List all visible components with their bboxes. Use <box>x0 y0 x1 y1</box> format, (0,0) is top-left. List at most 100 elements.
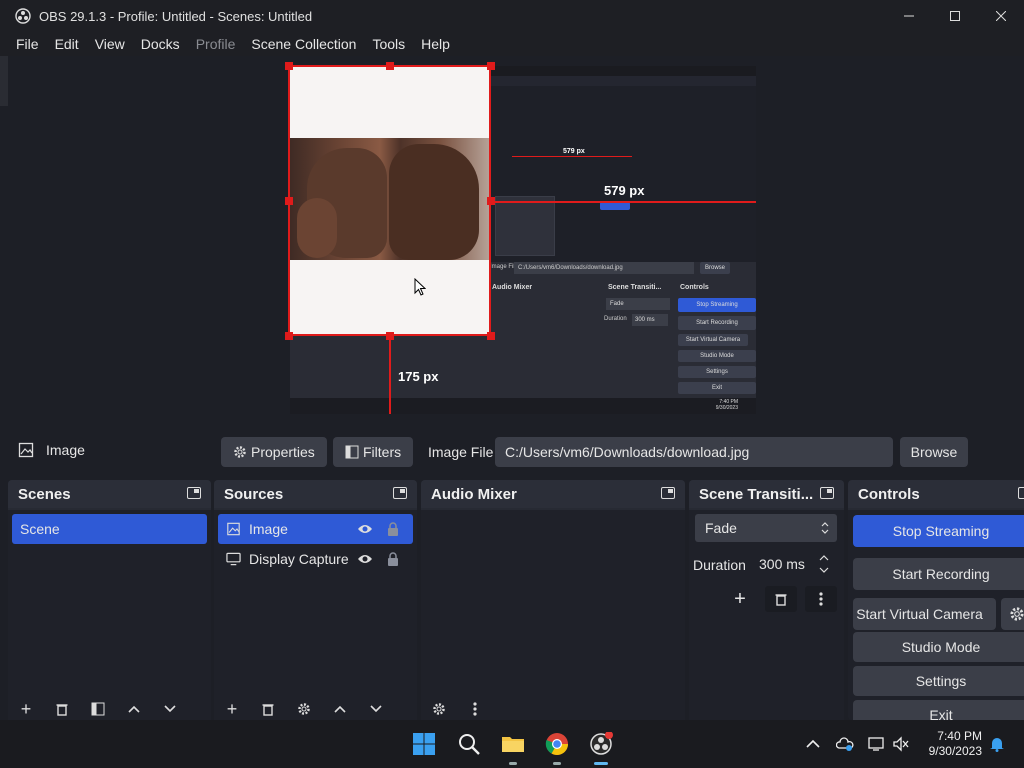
exit-button[interactable]: Exit <box>853 700 1024 720</box>
eye-icon[interactable] <box>357 523 373 535</box>
move-scene-down-button[interactable] <box>152 698 188 720</box>
sources-dock: Sources Image Display Capture + <box>214 480 417 720</box>
add-scene-button[interactable]: + <box>8 698 44 720</box>
capture-start-virtual: Start Virtual Camera <box>678 334 748 346</box>
menu-view[interactable]: View <box>89 36 131 52</box>
menu-tools[interactable]: Tools <box>366 36 411 52</box>
capture-audio-mixer: Audio Mixer <box>492 284 533 291</box>
menu-edit[interactable]: Edit <box>49 36 85 52</box>
resize-handle-l[interactable] <box>285 197 293 205</box>
system-clock[interactable]: 7:40 PM 9/30/2023 <box>929 729 982 759</box>
move-scene-up-button[interactable] <box>116 698 152 720</box>
settings-button[interactable]: Settings <box>853 666 1024 696</box>
resize-handle-br[interactable] <box>487 332 495 340</box>
image-icon <box>18 442 34 458</box>
move-source-up-button[interactable] <box>322 698 358 720</box>
move-source-down-button[interactable] <box>358 698 394 720</box>
close-icon <box>996 11 1006 21</box>
lock-icon[interactable] <box>387 522 399 536</box>
sources-undock-icon[interactable] <box>393 487 407 499</box>
start-virtual-camera-button[interactable]: Start Virtual Camera <box>853 598 996 630</box>
selection-box[interactable] <box>288 65 491 336</box>
remove-transition-button[interactable] <box>765 586 797 612</box>
transition-select[interactable]: Fade <box>695 514 837 542</box>
sources-footer: + <box>214 698 417 720</box>
eye-icon[interactable] <box>357 553 373 565</box>
capture-duration: Duration <box>604 316 627 322</box>
scenes-undock-icon[interactable] <box>187 487 201 499</box>
properties-button[interactable]: Properties <box>221 437 327 467</box>
add-source-button[interactable]: + <box>214 698 250 720</box>
obs-taskbar-icon[interactable] <box>589 732 613 756</box>
sources-dock-header: Sources <box>214 480 417 508</box>
chrome-icon[interactable] <box>545 732 569 756</box>
transition-selected: Fade <box>705 520 737 536</box>
virtual-camera-settings-button[interactable] <box>1001 598 1024 630</box>
source-item-image[interactable]: Image <box>218 514 413 544</box>
menu-docks[interactable]: Docks <box>135 36 186 52</box>
scene-filters-button[interactable] <box>80 698 116 720</box>
file-explorer-icon[interactable] <box>501 732 525 756</box>
notification-bell-icon[interactable] <box>988 736 1006 752</box>
add-transition-button[interactable]: + <box>725 586 755 612</box>
controls-title: Controls <box>858 485 920 503</box>
transitions-undock-icon[interactable] <box>820 487 834 499</box>
filters-button[interactable]: Filters <box>333 437 414 467</box>
resize-handle-tr[interactable] <box>487 62 495 70</box>
audio-mixer-undock-icon[interactable] <box>661 487 675 499</box>
audio-mixer-title: Audio Mixer <box>431 485 517 503</box>
resize-handle-r[interactable] <box>487 197 495 205</box>
file-explorer-running-indicator <box>509 762 517 765</box>
image-file-input[interactable]: C:/Users/vm6/Downloads/download.jpg <box>495 437 893 467</box>
more-vertical-icon <box>819 592 823 606</box>
volume-muted-icon[interactable] <box>892 736 910 752</box>
capture-stop-streaming: Stop Streaming <box>678 298 756 312</box>
selected-source: Image <box>18 442 85 458</box>
source-toolbar: Image Properties Filters Image File C:/U… <box>0 432 1024 472</box>
close-button[interactable] <box>978 0 1024 32</box>
transition-menu-button[interactable] <box>805 586 837 612</box>
controls-header: Controls <box>848 480 1024 508</box>
capture-exit: Exit <box>678 382 756 394</box>
search-icon[interactable] <box>457 732 481 756</box>
menu-scene-collection[interactable]: Scene Collection <box>245 36 362 52</box>
remove-scene-button[interactable] <box>44 698 80 720</box>
plus-icon: + <box>734 587 746 610</box>
maximize-button[interactable] <box>932 0 978 32</box>
resize-handle-tl[interactable] <box>285 62 293 70</box>
windows-start-icon[interactable] <box>412 732 436 756</box>
studio-mode-button[interactable]: Studio Mode <box>853 632 1024 662</box>
stop-streaming-button[interactable]: Stop Streaming <box>853 515 1024 547</box>
source-properties-button[interactable] <box>286 698 322 720</box>
chevron-up-icon[interactable] <box>804 736 822 752</box>
resize-handle-b[interactable] <box>386 332 394 340</box>
scene-item[interactable]: Scene <box>12 514 207 544</box>
controls-undock-icon[interactable] <box>1018 487 1024 499</box>
minimize-button[interactable] <box>886 0 932 32</box>
duration-input[interactable]: 300 ms <box>749 550 837 578</box>
minimize-icon <box>904 15 914 17</box>
audio-mixer-header: Audio Mixer <box>421 480 685 508</box>
scene-transitions-title: Scene Transiti... <box>699 485 814 503</box>
browse-button[interactable]: Browse <box>900 437 968 467</box>
network-icon[interactable] <box>868 736 886 752</box>
clock-date: 9/30/2023 <box>928 744 982 758</box>
audio-settings-button[interactable] <box>421 698 457 720</box>
menu-help[interactable]: Help <box>415 36 456 52</box>
capture-transitions: Scene Transiti... <box>608 284 662 291</box>
image-icon <box>227 522 240 536</box>
start-recording-button[interactable]: Start Recording <box>853 558 1024 590</box>
filters-icon <box>345 445 359 459</box>
menu-profile[interactable]: Profile <box>190 36 242 52</box>
onedrive-icon[interactable] <box>836 736 854 752</box>
resize-handle-t[interactable] <box>386 62 394 70</box>
remove-source-button[interactable] <box>250 698 286 720</box>
capture-duration-value: 300 ms <box>632 314 668 326</box>
lock-icon[interactable] <box>387 552 399 566</box>
resize-handle-bl[interactable] <box>285 332 293 340</box>
source-item-display-capture[interactable]: Display Capture <box>218 544 413 574</box>
menu-file[interactable]: File <box>10 36 45 52</box>
audio-menu-button[interactable] <box>457 698 493 720</box>
spinner-icon[interactable] <box>819 553 829 575</box>
capture-fade: Fade <box>606 298 670 310</box>
